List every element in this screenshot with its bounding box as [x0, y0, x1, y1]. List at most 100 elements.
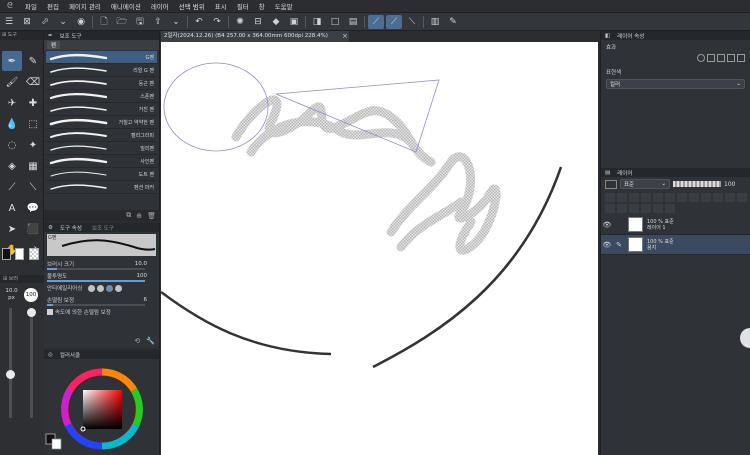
reset-icon[interactable]: ⟲: [134, 337, 140, 345]
brush-item[interactable]: 펜션 마커: [46, 181, 157, 194]
new-file-icon[interactable]: 🗋: [96, 15, 112, 29]
loading-icon[interactable]: ✺: [232, 15, 248, 29]
layer-btn-12-icon[interactable]: [737, 193, 747, 202]
antialias-none[interactable]: [88, 284, 96, 292]
layer-panel-tab[interactable]: 레이어: [614, 169, 635, 177]
canvas-paper[interactable]: [161, 42, 598, 455]
delete-subtool-icon[interactable]: 🗑: [147, 212, 156, 220]
app-logo-icon[interactable]: ᘓ: [0, 1, 20, 11]
blend-tool-icon[interactable]: 💧: [2, 114, 22, 134]
export-icon[interactable]: ⇪: [150, 15, 166, 29]
panel-collapse-handle[interactable]: [740, 328, 750, 348]
brush-item[interactable]: 사인펜: [46, 155, 157, 168]
layer-property-tab[interactable]: 레이어 속성: [614, 32, 647, 40]
menu-item-page[interactable]: 페이지 관리: [64, 1, 106, 11]
menu-item-filter[interactable]: 필터: [232, 1, 254, 11]
menu-item-selection[interactable]: 선택 범위: [174, 1, 210, 11]
decoration-tool-icon[interactable]: ✚: [23, 93, 43, 113]
antialias-strong[interactable]: [115, 284, 123, 292]
ruler-icon[interactable]: ⟍: [404, 15, 420, 29]
antialias-weak[interactable]: [97, 284, 105, 292]
brush-item[interactable]: G펜: [46, 51, 157, 64]
extract-line-icon[interactable]: [707, 54, 715, 62]
layer-btn-15-icon[interactable]: [629, 204, 639, 213]
layer-row[interactable]: 👁 ✎ 100 % 표준 용지: [601, 235, 750, 255]
transparent-color-swatch[interactable]: [29, 248, 39, 260]
auto-select-tool-icon[interactable]: ✦: [23, 135, 43, 155]
opacity-slider-knob[interactable]: [27, 308, 36, 317]
fill-tool-icon[interactable]: ◈: [2, 156, 22, 176]
canvas-icon[interactable]: ⊠: [19, 15, 35, 29]
texture-icon[interactable]: [737, 54, 745, 62]
menu-item-file[interactable]: 파일: [20, 1, 42, 11]
pen-tool-icon[interactable]: ✒: [2, 51, 22, 71]
open-file-icon[interactable]: 🗁: [114, 15, 130, 29]
menu-item-animation[interactable]: 애니메이션: [106, 1, 146, 11]
frame-tool-icon[interactable]: ⬛: [23, 219, 43, 239]
layer-btn-13-icon[interactable]: [605, 204, 615, 213]
main-color-swatch[interactable]: [2, 248, 11, 260]
text-tool-icon[interactable]: A: [2, 198, 22, 218]
menu-item-view[interactable]: 표시: [210, 1, 232, 11]
redo-icon[interactable]: ↷: [209, 15, 225, 29]
clear-icon[interactable]: ⊟: [250, 15, 266, 29]
balloon-tool-icon[interactable]: 💬: [23, 198, 43, 218]
figure-tool-icon[interactable]: ⟍: [23, 177, 43, 197]
brush-item[interactable]: 리얼 G 펜: [46, 64, 157, 77]
wrench-settings-icon[interactable]: 🔧: [146, 337, 155, 345]
color-wheel[interactable]: [44, 359, 160, 455]
layer-btn-7-icon[interactable]: [677, 193, 687, 202]
paste-icon[interactable]: ▣: [286, 15, 302, 29]
menu-item-window[interactable]: 창: [254, 1, 270, 11]
tone-icon[interactable]: [717, 54, 725, 62]
brush-item[interactable]: 둥근 펜: [46, 77, 157, 90]
layer-btn-3-icon[interactable]: [629, 193, 639, 202]
brush-item[interactable]: 캘리그라피: [46, 129, 157, 142]
tool-property-tab[interactable]: 도구 속성: [57, 224, 85, 232]
close-tab-icon[interactable]: ×: [342, 32, 348, 40]
layer-btn-10-icon[interactable]: [713, 193, 723, 202]
fill-icon[interactable]: ◆: [268, 15, 284, 29]
brush-item[interactable]: 밀리펜: [46, 142, 157, 155]
layer-btn-16-icon[interactable]: [641, 204, 651, 213]
selection-clear-icon[interactable]: □: [327, 15, 343, 29]
layer-btn-4-icon[interactable]: [641, 193, 651, 202]
eye-icon[interactable]: 👁: [601, 221, 613, 229]
layer-btn-1-icon[interactable]: [605, 193, 615, 202]
menu-item-layer[interactable]: 레이어: [146, 1, 174, 11]
speed-stabilize-checkbox[interactable]: [47, 309, 53, 315]
layer-btn-6-icon[interactable]: [665, 193, 675, 202]
brush-item[interactable]: 거칠고 약약한 펜: [46, 116, 157, 129]
brush-item[interactable]: 스푼펜: [46, 90, 157, 103]
copy-subtool-icon[interactable]: ⧉: [126, 211, 131, 220]
brush-item[interactable]: 도트 펜: [46, 168, 157, 181]
layer-btn-17-icon[interactable]: [653, 204, 663, 213]
layer-btn-11-icon[interactable]: [725, 193, 735, 202]
eye-icon[interactable]: 👁: [601, 241, 613, 249]
lasso-tool-icon[interactable]: ◌: [2, 135, 22, 155]
eyedropper-tool-icon[interactable]: ⟋: [2, 177, 22, 197]
edit-icon[interactable]: ✎: [445, 15, 461, 29]
menu-item-help[interactable]: 도움말: [270, 1, 298, 11]
document-tab[interactable]: 2일자(2024.12.26) (B4 257.00 x 364.00mm 60…: [161, 31, 349, 42]
color-wheel-tab[interactable]: 컬러서클: [57, 351, 83, 359]
expression-color-dropdown[interactable]: 컬러 ⌄: [606, 79, 745, 89]
layer-opacity-slider[interactable]: [673, 181, 721, 187]
add-subtool-icon[interactable]: ⊕: [136, 212, 142, 220]
layer-btn-8-icon[interactable]: [689, 193, 699, 202]
brush-size-slider[interactable]: [6, 308, 15, 418]
antialias-medium[interactable]: [106, 284, 114, 292]
select-tool-icon[interactable]: ⬚: [23, 114, 43, 134]
object-tool-icon[interactable]: ➤: [2, 219, 22, 239]
brush-tool-icon[interactable]: 🖌: [2, 72, 22, 92]
snap-guide-icon[interactable]: ⟋: [386, 14, 402, 29]
preview-icon[interactable]: ◉: [73, 15, 89, 29]
chevron-down-icon[interactable]: ⌄: [168, 15, 184, 29]
eraser-tool-icon[interactable]: ⌫: [23, 72, 43, 92]
layer-thumbnail-icon[interactable]: [605, 179, 617, 189]
subtool-group-tab-pen[interactable]: 펜: [47, 41, 61, 49]
undo-icon[interactable]: ↶: [191, 15, 207, 29]
transform-icon[interactable]: ⬀: [37, 15, 53, 29]
pen-edit-icon[interactable]: ✎: [613, 241, 625, 249]
layer-btn-14-icon[interactable]: [617, 204, 627, 213]
